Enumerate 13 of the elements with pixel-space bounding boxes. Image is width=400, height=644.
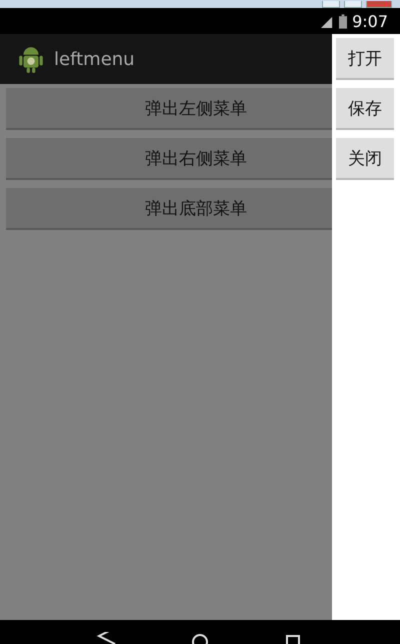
- menu-button[interactable]: 弹出右侧菜单: [6, 138, 332, 180]
- menu-button[interactable]: 弹出底部菜单: [6, 188, 332, 230]
- menu-button[interactable]: 打开: [336, 38, 394, 80]
- robot-icon: [18, 44, 44, 74]
- back-icon[interactable]: [96, 632, 117, 644]
- home-icon[interactable]: [190, 632, 210, 644]
- battery-icon: [339, 14, 348, 28]
- signal-icon: [321, 14, 334, 28]
- status-time: 9:07: [352, 12, 388, 30]
- menu-button[interactable]: 弹出左侧菜单: [6, 88, 332, 130]
- menu-button[interactable]: 保存: [336, 88, 394, 130]
- menu-button[interactable]: 关闭: [336, 138, 394, 180]
- app-title: leftmenu: [54, 48, 135, 70]
